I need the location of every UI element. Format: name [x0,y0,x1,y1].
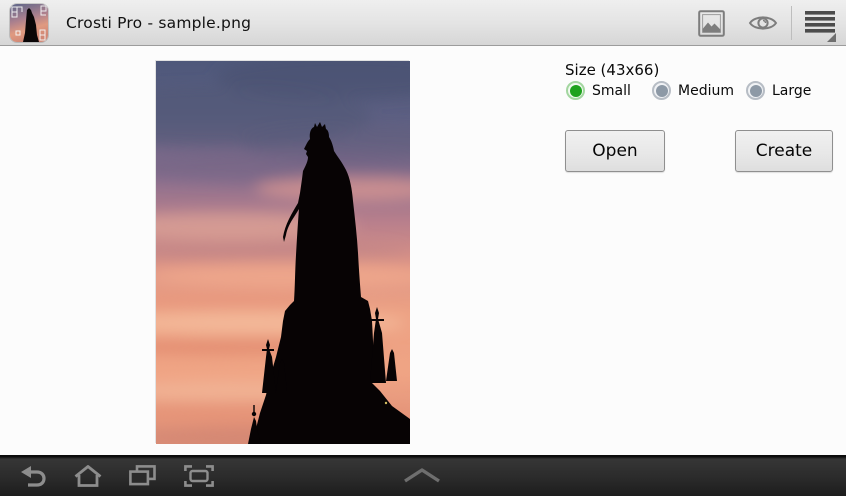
screenshot-button[interactable] [175,455,223,496]
app-bar: Crosti Pro - sample.png [0,0,846,46]
recent-apps-button[interactable] [118,455,166,496]
menu-button[interactable] [794,0,846,46]
radio-label: Large [772,82,812,99]
size-panel: Size (43x66) Small Medium Large Open Cre… [563,58,838,258]
back-button[interactable] [9,455,57,496]
collapse-chevron-icon [404,468,440,483]
recent-apps-icon [128,465,156,486]
collapse-chevron-button[interactable] [398,455,446,496]
radio-button-icon [566,81,585,100]
main-content: Size (43x66) Small Medium Large Open Cre… [0,47,846,454]
eye-icon [748,16,778,30]
radio-label: Medium [678,82,734,99]
toolbar-divider [791,6,792,40]
radio-button-icon [652,81,671,100]
menu-dropdown-arrow-icon [827,33,836,42]
radio-size-medium[interactable]: Medium [652,81,734,100]
toolbar-actions [685,0,846,46]
app-launcher-icon [10,4,48,42]
radio-size-large[interactable]: Large [746,81,811,100]
radio-size-small[interactable]: Small [566,81,631,100]
menu-icon [805,10,835,33]
back-icon [21,465,46,487]
radio-label: Small [592,82,631,99]
home-icon [74,464,102,487]
system-navbar: 21:37 [0,455,846,496]
size-label: Size (43x66) [565,61,660,79]
preview-eye-button[interactable] [737,0,789,46]
create-button[interactable]: Create [735,130,833,172]
preview-image [155,60,410,444]
screen: Crosti Pro - sample.png Size (43x66) Sma… [0,0,846,496]
image-icon [697,9,725,37]
app-title: Crosti Pro - sample.png [66,14,252,32]
image-button[interactable] [685,0,737,46]
screenshot-icon [184,464,214,487]
radio-button-icon [746,81,765,100]
home-button[interactable] [64,455,112,496]
open-button[interactable]: Open [565,130,665,172]
